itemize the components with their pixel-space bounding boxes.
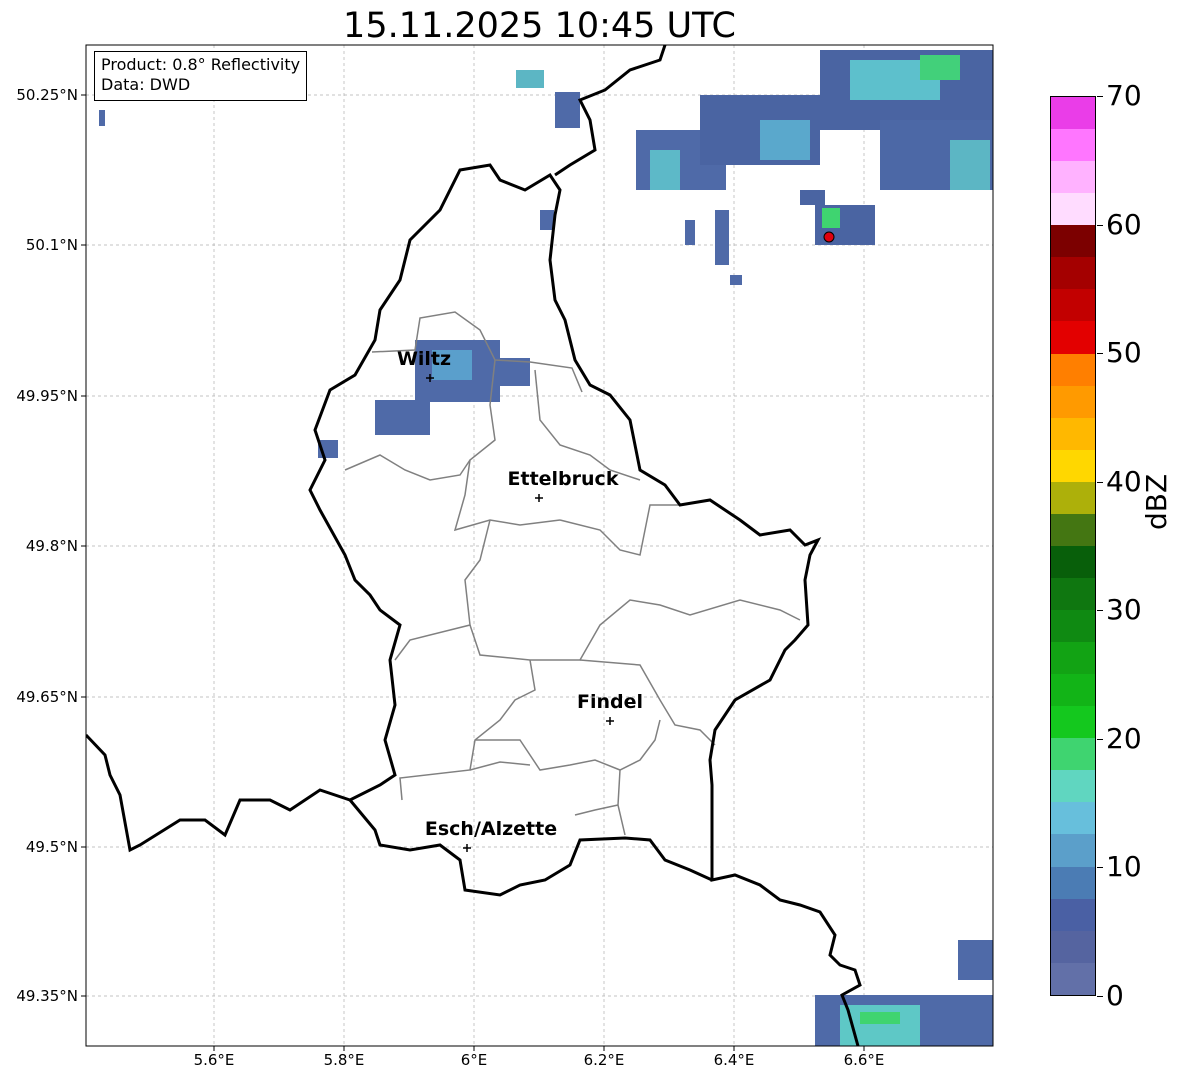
colorbar-segment: [1051, 674, 1095, 707]
colorbar-segment: [1051, 321, 1095, 354]
colorbar-tick-label: 30: [1106, 593, 1142, 627]
radar-echo: [730, 275, 742, 285]
radar-echo: [555, 92, 580, 128]
colorbar-tick: [1097, 353, 1103, 355]
colorbar-segment: [1051, 577, 1095, 610]
colorbar-tick-label: 70: [1106, 79, 1142, 112]
map-frame: [85, 44, 994, 1047]
colorbar-tick-label: 50: [1106, 336, 1142, 370]
colorbar-tick: [1097, 996, 1103, 997]
radar-echo: [950, 140, 990, 190]
lat-tick-label: 49.5°N: [25, 838, 78, 856]
lon-tick-label: 6.4°E: [713, 1051, 755, 1069]
city-marker: [463, 844, 471, 852]
city-marker: [535, 494, 543, 502]
lat-tick-label: 49.95°N: [16, 387, 78, 405]
colorbar-unit-label: dBZ: [1140, 473, 1173, 530]
colorbar-segment: [1051, 193, 1095, 226]
city-label: Ettelbruck: [507, 468, 619, 490]
colorbar-segment: [1051, 610, 1095, 643]
colorbar-segment: [1051, 738, 1095, 771]
radar-echoes: [99, 50, 993, 1046]
colorbar-tick-label: 0: [1106, 979, 1124, 1012]
colorbar-segment: [1051, 770, 1095, 803]
lon-tick-label: 6.2°E: [583, 1051, 625, 1069]
colorbar-tick: [1097, 481, 1103, 483]
radar-echo: [516, 70, 544, 88]
colorbar-segment: [1051, 545, 1095, 578]
radar-site-marker: [823, 231, 835, 243]
colorbar-tick: [1097, 610, 1103, 612]
colorbar-segment: [1051, 802, 1095, 835]
colorbar-segment: [1051, 353, 1095, 386]
canton-boundaries: [344, 311, 801, 836]
radar-echo: [715, 210, 729, 265]
colorbar-segment: [1051, 225, 1095, 258]
radar-echo: [800, 190, 825, 205]
radar-echo: [860, 1012, 900, 1024]
colorbar-segment: [1051, 706, 1095, 739]
colorbar-segment: [1051, 449, 1095, 482]
product-info-box: Product: 0.8° Reflectivity Data: DWD: [94, 51, 308, 101]
colorbar-segment: [1051, 481, 1095, 514]
colorbar-tick: [1097, 224, 1103, 226]
colorbar-segment: [1051, 161, 1095, 194]
colorbar-segment: [1051, 417, 1095, 450]
colorbar-segment: [1051, 257, 1095, 290]
radar-echo: [650, 150, 680, 190]
lat-tick-label: 49.8°N: [25, 537, 78, 555]
lat-tick-label: 50.25°N: [16, 86, 78, 104]
colorbar-tick-label: 10: [1106, 850, 1142, 884]
colorbar-tick-label: 60: [1106, 207, 1142, 241]
colorbar-segment: [1051, 962, 1095, 995]
radar-echo: [99, 110, 105, 126]
city-label: Wiltz: [396, 348, 452, 370]
colorbar: [1050, 96, 1096, 996]
colorbar-tick: [1097, 867, 1103, 869]
colorbar-segment: [1051, 513, 1095, 546]
data-source-label: Data: DWD: [101, 75, 191, 94]
city-label: Findel: [576, 691, 644, 713]
radar-echo: [958, 940, 993, 980]
map-gridlines: [86, 45, 993, 1046]
radar-echo: [685, 220, 695, 245]
radar-echo: [920, 55, 960, 80]
lon-tick-label: 6.6°E: [843, 1051, 885, 1069]
colorbar-segment: [1051, 385, 1095, 418]
colorbar-tick: [1097, 738, 1103, 740]
colorbar-segment: [1051, 642, 1095, 675]
radar-map: [81, 44, 994, 1051]
colorbar-tick-label: 20: [1106, 721, 1142, 755]
colorbar-tick-label: 40: [1106, 464, 1142, 498]
country-borders: [86, 45, 862, 1046]
colorbar-tick: [1097, 96, 1103, 97]
colorbar-segment: [1051, 129, 1095, 162]
radar-echo: [822, 208, 840, 228]
radar-echo: [375, 400, 430, 435]
radar-echo: [540, 210, 554, 230]
colorbar-segment: [1051, 898, 1095, 931]
colorbar-segment: [1051, 866, 1095, 899]
colorbar-segment: [1051, 289, 1095, 322]
city-marker: [606, 717, 614, 725]
lat-tick-label: 49.65°N: [16, 688, 78, 706]
colorbar-segment: [1051, 834, 1095, 867]
colorbar-segment: [1051, 97, 1095, 130]
lon-tick-label: 5.8°E: [323, 1051, 365, 1069]
city-label: Esch/Alzette: [424, 818, 558, 840]
lon-tick-label: 5.6°E: [193, 1051, 235, 1069]
radar-echo: [760, 120, 810, 160]
product-label: Product: 0.8° Reflectivity: [101, 55, 301, 74]
colorbar-segment: [1051, 930, 1095, 963]
lon-tick-label: 6°E: [460, 1051, 488, 1069]
lat-tick-label: 50.1°N: [25, 236, 78, 254]
lat-tick-label: 49.35°N: [16, 987, 78, 1005]
